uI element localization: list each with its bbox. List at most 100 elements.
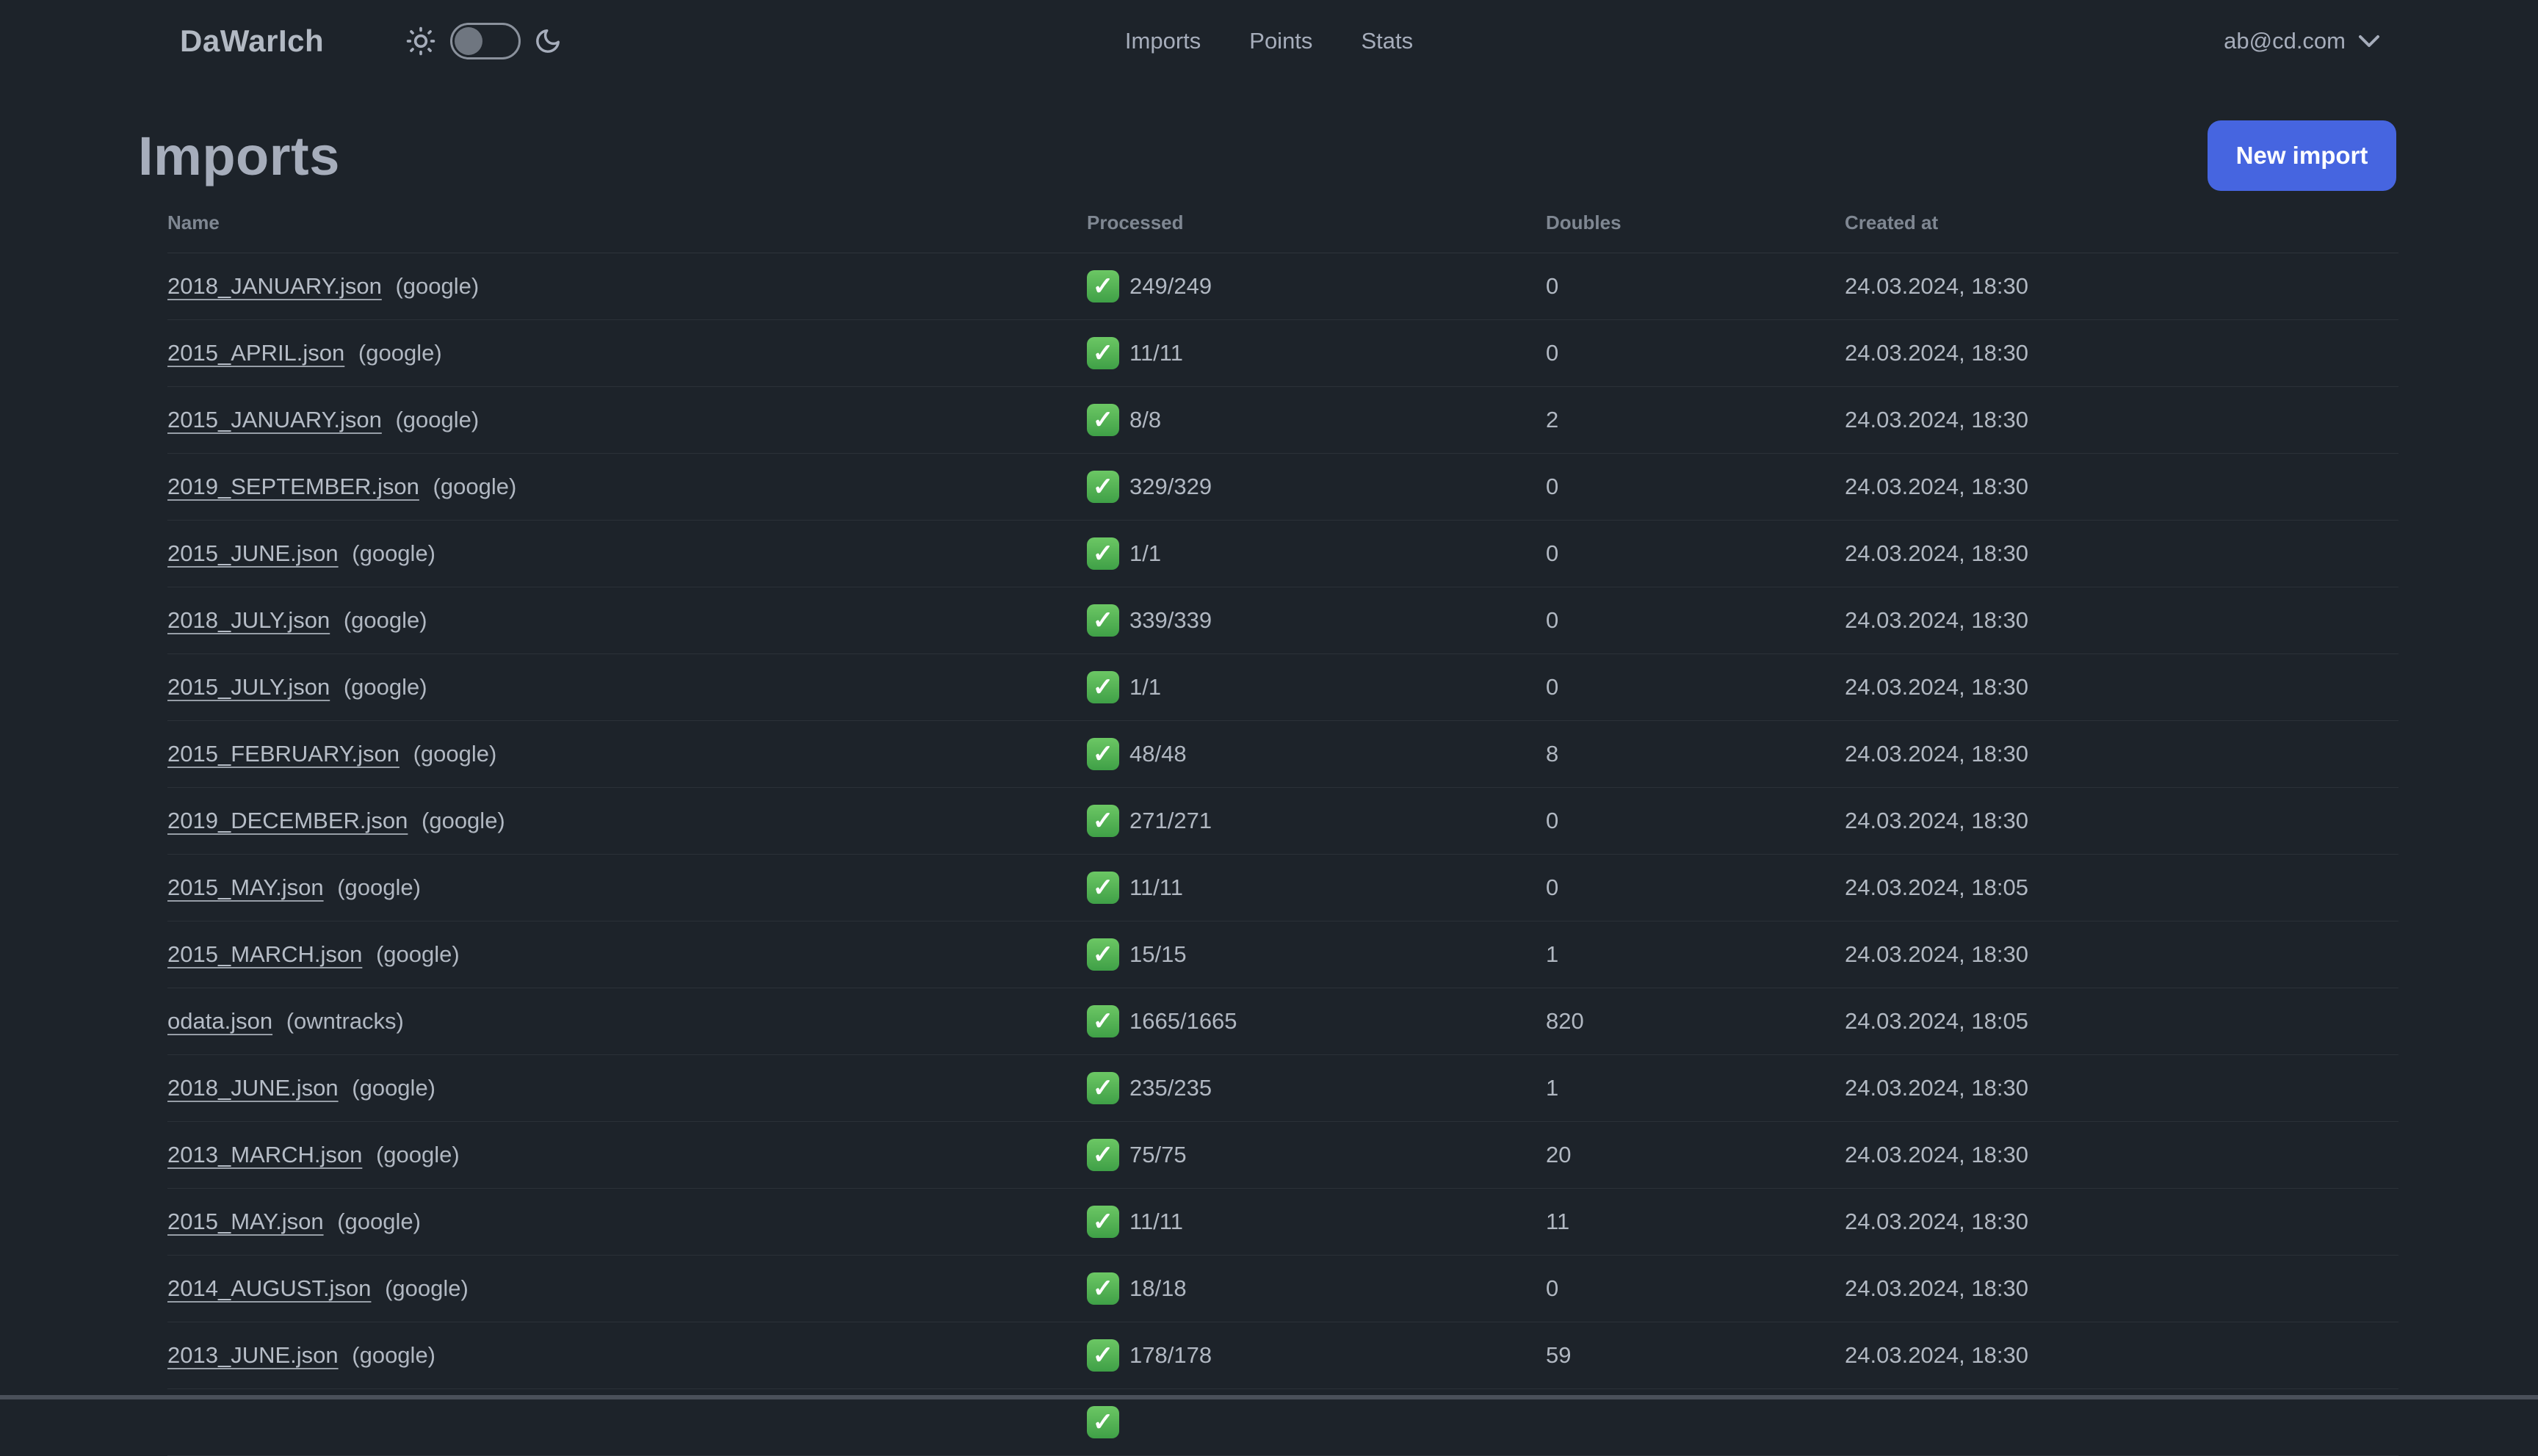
sun-icon [406, 26, 435, 56]
doubles-count: 1 [1546, 1075, 1559, 1101]
created-at: 24.03.2024, 18:30 [1845, 808, 2028, 833]
import-source-label: (google) [433, 474, 517, 499]
page-head: Imports New import [138, 119, 2396, 192]
created-at: 24.03.2024, 18:30 [1845, 1342, 2028, 1368]
processed-count: 249/249 [1129, 273, 1212, 299]
import-file-link[interactable]: odata.json [167, 1008, 272, 1034]
nav-link-points[interactable]: Points [1249, 28, 1312, 54]
processed-cell: ✓ 329/329 [1087, 471, 1546, 503]
import-file-link[interactable]: 2015_FEBRUARY.json [167, 741, 400, 767]
new-import-button[interactable]: New import [2208, 120, 2396, 191]
import-source-label: (google) [422, 808, 505, 833]
import-file-link[interactable]: 2013_MARCH.json [167, 1142, 362, 1167]
table-row: odata.json (owntracks) ✓ 1665/1665 820 2… [167, 988, 2398, 1055]
import-source-label: (google) [337, 1209, 421, 1234]
processed-count: 235/235 [1129, 1075, 1212, 1101]
import-source-label: (google) [343, 607, 427, 633]
import-file-link[interactable]: 2015_JULY.json [167, 674, 330, 700]
processed-cell: ✓ 249/249 [1087, 270, 1546, 303]
chevron-down-icon [2359, 35, 2379, 47]
created-at: 24.03.2024, 18:05 [1845, 1008, 2028, 1034]
processed-cell: ✓ 11/11 [1087, 872, 1546, 904]
import-file-link[interactable]: 2015_MARCH.json [167, 941, 362, 967]
processed-cell: ✓ 1665/1665 [1087, 1005, 1546, 1037]
table-row: 2015_APRIL.json (google) ✓ 11/11 0 24.03… [167, 320, 2398, 387]
table-row: 2014_AUGUST.json (google) ✓ 18/18 0 24.0… [167, 1256, 2398, 1322]
processed-count: 1665/1665 [1129, 1008, 1237, 1034]
doubles-count: 0 [1546, 674, 1559, 700]
check-icon: ✓ [1087, 1139, 1119, 1171]
import-source-label: (google) [395, 273, 480, 299]
import-file-link[interactable]: 2015_JUNE.json [167, 540, 339, 566]
toggle-knob [455, 27, 483, 55]
processed-count: 1/1 [1129, 674, 1162, 700]
import-file-link[interactable]: 2015_JANUARY.json [167, 407, 382, 432]
processed-count: 75/75 [1129, 1142, 1187, 1167]
column-header-processed: Processed [1087, 211, 1184, 233]
doubles-count: 0 [1546, 540, 1559, 566]
nav-link-stats[interactable]: Stats [1361, 28, 1413, 54]
created-at: 24.03.2024, 18:30 [1845, 1275, 2028, 1301]
nav-link-imports[interactable]: Imports [1125, 28, 1201, 54]
import-file-link[interactable]: 2018_JANUARY.json [167, 273, 382, 299]
import-source-label: (google) [385, 1275, 469, 1301]
user-menu[interactable]: ab@cd.com [2224, 28, 2381, 54]
import-source-label: (google) [358, 340, 442, 366]
check-icon: ✓ [1087, 805, 1119, 837]
table-row: 2015_JULY.json (google) ✓ 1/1 0 24.03.20… [167, 654, 2398, 721]
import-file-link[interactable]: 2018_JUNE.json [167, 1075, 339, 1101]
processed-cell: ✓ 1/1 [1087, 537, 1546, 570]
moon-icon [536, 29, 560, 53]
doubles-count: 20 [1546, 1142, 1572, 1167]
created-at: 24.03.2024, 18:30 [1845, 1075, 2028, 1101]
name-cell: 2019_SEPTEMBER.json (google) [167, 474, 1087, 500]
table-row: 2018_JULY.json (google) ✓ 339/339 0 24.0… [167, 587, 2398, 654]
check-icon: ✓ [1087, 404, 1119, 436]
name-cell: odata.json (owntracks) [167, 1008, 1087, 1035]
check-icon: ✓ [1087, 337, 1119, 369]
import-file-link[interactable]: 2013_JUNE.json [167, 1342, 339, 1368]
check-icon: ✓ [1087, 471, 1119, 503]
check-icon: ✓ [1087, 872, 1119, 904]
name-cell: 2015_FEBRUARY.json (google) [167, 741, 1087, 767]
import-file-link[interactable]: 2018_JULY.json [167, 607, 330, 633]
created-at: 24.03.2024, 18:30 [1845, 941, 2028, 967]
name-cell: 2015_MARCH.json (google) [167, 941, 1087, 968]
table-row: 2018_JANUARY.json (google) ✓ 249/249 0 2… [167, 253, 2398, 320]
processed-count: 329/329 [1129, 474, 1212, 499]
table-row: 2015_MAY.json (google) ✓ 11/11 11 24.03.… [167, 1189, 2398, 1256]
name-cell: 2019_DECEMBER.json (google) [167, 808, 1087, 834]
import-file-link[interactable]: 2019_SEPTEMBER.json [167, 474, 419, 499]
user-email: ab@cd.com [2224, 28, 2346, 54]
doubles-count: 0 [1546, 607, 1559, 633]
import-file-link[interactable]: 2015_MAY.json [167, 874, 324, 900]
import-file-link[interactable]: 2014_AUGUST.json [167, 1275, 371, 1301]
name-cell [167, 1409, 1087, 1435]
name-cell: 2018_JULY.json (google) [167, 607, 1087, 634]
table-row: 2015_FEBRUARY.json (google) ✓ 48/48 8 24… [167, 721, 2398, 788]
doubles-count: 59 [1546, 1342, 1572, 1368]
processed-cell: ✓ 271/271 [1087, 805, 1546, 837]
app-logo[interactable]: DaWarIch [180, 23, 324, 59]
import-source-label: (google) [375, 1142, 460, 1167]
import-source-label: (google) [337, 874, 421, 900]
table-header: Name Processed Doubles Created at [167, 192, 2398, 253]
theme-toggle-switch[interactable] [450, 23, 521, 59]
column-header-name: Name [167, 211, 220, 233]
name-cell: 2015_MAY.json (google) [167, 874, 1087, 901]
created-at: 24.03.2024, 18:30 [1845, 474, 2028, 499]
processed-cell: ✓ 11/11 [1087, 1206, 1546, 1238]
name-cell: 2015_JULY.json (google) [167, 674, 1087, 700]
import-file-link[interactable]: 2015_APRIL.json [167, 340, 344, 366]
import-source-label: (google) [352, 1342, 436, 1368]
import-source-label: (google) [343, 674, 427, 700]
import-file-link[interactable]: 2019_DECEMBER.json [167, 808, 408, 833]
doubles-count: 8 [1546, 741, 1559, 767]
doubles-count: 0 [1546, 808, 1559, 833]
processed-count: 339/339 [1129, 607, 1212, 633]
table-row: 2013_JUNE.json (google) ✓ 178/178 59 24.… [167, 1322, 2398, 1389]
column-header-created-at: Created at [1845, 211, 1939, 233]
import-file-link[interactable]: 2015_MAY.json [167, 1209, 324, 1234]
table-body: 2018_JANUARY.json (google) ✓ 249/249 0 2… [167, 253, 2398, 1456]
check-icon: ✓ [1087, 671, 1119, 703]
